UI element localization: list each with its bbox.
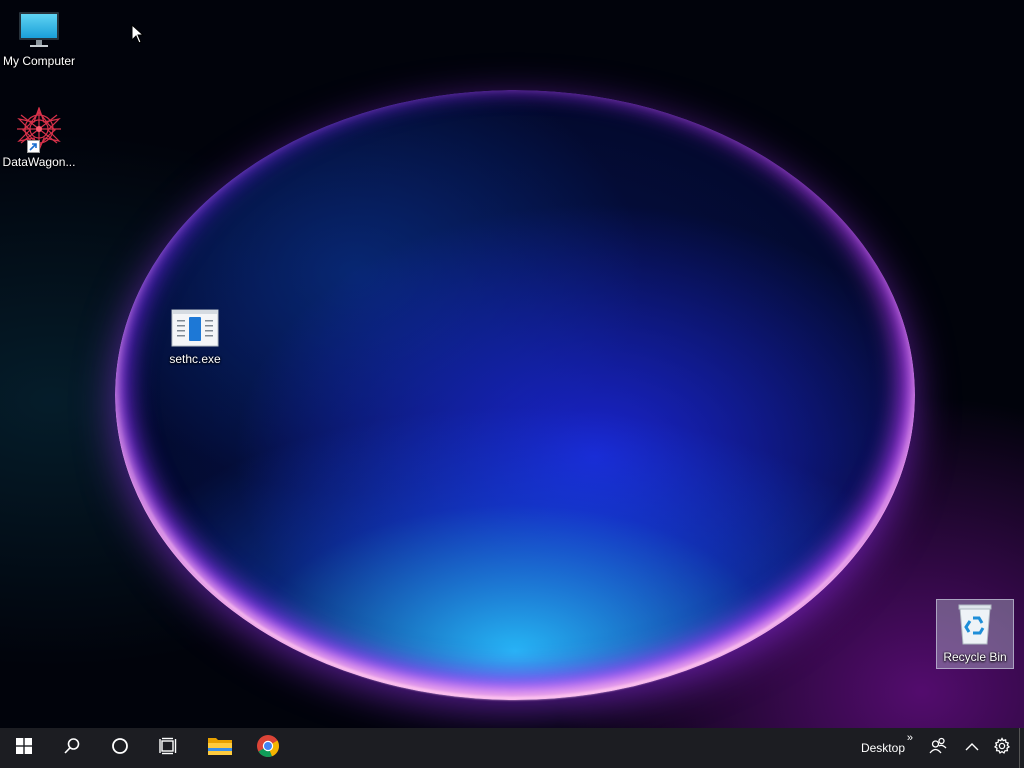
exe-file-icon: [171, 308, 219, 348]
desktop-icon-recycle-bin[interactable]: Recycle Bin: [936, 599, 1014, 669]
desktop-icon-label: DataWagon...: [2, 155, 76, 169]
system-tray: Desktop »: [849, 728, 1024, 768]
task-view-icon: [159, 737, 177, 760]
desktop-toolbar-label: Desktop: [860, 741, 905, 755]
desktop-icon-label: sethc.exe: [169, 352, 221, 366]
desktop-icon-datawagon[interactable]: DataWagon...: [0, 106, 78, 169]
toolbar-chevron-icon[interactable]: »: [907, 732, 913, 744]
windows-logo-icon: [16, 737, 32, 759]
desktop-icon-label: My Computer: [2, 54, 76, 68]
desktop-icon-label: Recycle Bin: [943, 650, 1007, 664]
search-icon: [63, 737, 81, 760]
desktop-icon-my-computer[interactable]: My Computer: [0, 10, 78, 68]
chrome-button[interactable]: [244, 728, 292, 768]
people-button[interactable]: [921, 728, 955, 768]
chrome-icon: [256, 734, 280, 763]
mouse-cursor-icon: [131, 23, 145, 49]
datawagon-app-icon: [15, 106, 63, 153]
recycle-bin-icon: [955, 602, 995, 646]
circle-icon: [111, 737, 129, 760]
show-desktop-button[interactable]: [1019, 728, 1024, 768]
file-explorer-button[interactable]: [196, 728, 244, 768]
shortcut-arrow-icon: [27, 140, 40, 153]
search-button[interactable]: [48, 728, 96, 768]
monitor-icon: [17, 10, 61, 50]
taskbar: Desktop »: [0, 728, 1024, 768]
desktop-toolbar[interactable]: Desktop »: [849, 728, 913, 768]
task-view-button[interactable]: [144, 728, 192, 768]
desktop-wallpaper: [0, 0, 1024, 728]
folder-icon: [207, 735, 233, 762]
cortana-button[interactable]: [96, 728, 144, 768]
wallpaper-orb-rim: [118, 80, 912, 700]
start-button[interactable]: [0, 728, 48, 768]
show-hidden-icons-button[interactable]: [955, 728, 989, 768]
gear-icon: [993, 736, 1011, 760]
settings-button[interactable]: [989, 728, 1015, 768]
chevron-up-icon: [965, 739, 979, 757]
desktop-icon-sethc-exe[interactable]: sethc.exe: [156, 308, 234, 366]
people-icon: [929, 737, 947, 760]
